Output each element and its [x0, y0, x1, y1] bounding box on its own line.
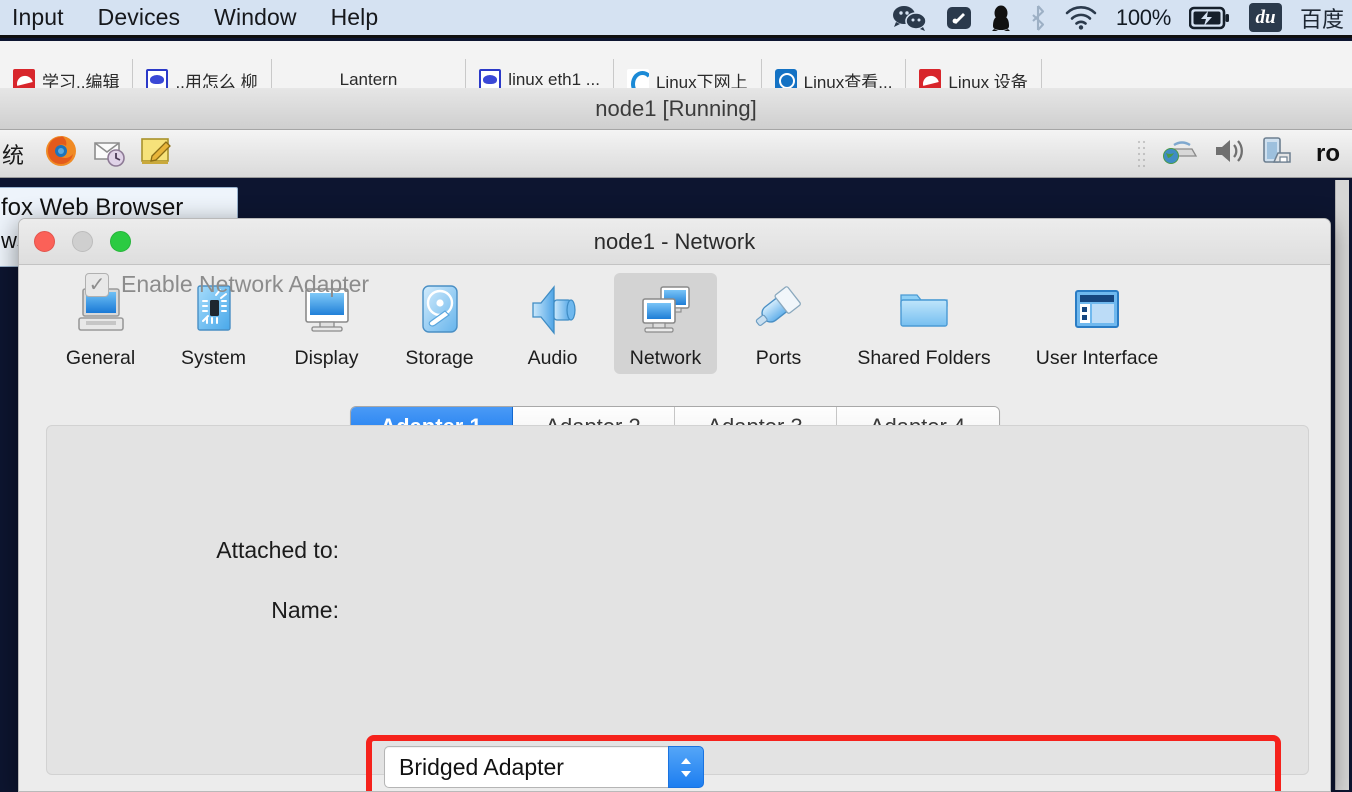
battery-percent-label: 100%: [1115, 4, 1171, 30]
browser-tab-4[interactable]: Linux下网上: [614, 59, 762, 88]
guest-user-label: ro: [1316, 139, 1340, 167]
attached-to-label: Attached to:: [216, 537, 339, 563]
toolbar-item-label: Audio: [527, 347, 578, 369]
blue-footprint-icon: [146, 69, 169, 88]
guest-launcher-icons: [44, 134, 174, 173]
text-editor-icon[interactable]: [140, 135, 174, 172]
enable-network-adapter-checkbox[interactable]: ✓: [85, 272, 109, 297]
macos-status-items: 100% du 百度: [892, 2, 1352, 34]
enable-network-adapter-row[interactable]: ✓ Enable Network Adapter: [85, 271, 369, 298]
browser-tab-strip: 学习..编辑 ..用怎么 柳 Lantern linux eth1 ... Li…: [0, 41, 1352, 88]
toolbar-item-user-interface[interactable]: User Interface: [1018, 273, 1176, 374]
browser-tab-5[interactable]: Linux查看...: [762, 59, 907, 88]
toolbar-item-ports[interactable]: Ports: [727, 273, 830, 374]
red-doc-icon: [13, 69, 35, 88]
wechat-icon[interactable]: [892, 5, 928, 31]
menu-item-input[interactable]: Input: [12, 4, 64, 31]
toolbar-item-label: User Interface: [1035, 347, 1159, 369]
c-swirl-icon: [626, 69, 649, 88]
dialog-title: node1 - Network: [593, 228, 756, 254]
blue-footprint-icon: [479, 69, 502, 88]
markdown-icon[interactable]: [946, 5, 972, 31]
toolbar-item-label: Shared Folders: [857, 347, 991, 369]
qq-penguin-icon[interactable]: [990, 4, 1012, 32]
vertical-scrollbar[interactable]: [1335, 180, 1349, 790]
guest-system-menu[interactable]: 统: [2, 138, 24, 170]
mail-clock-icon[interactable]: [92, 135, 126, 172]
toolbar-item-audio[interactable]: Audio: [501, 273, 604, 374]
enable-network-adapter-label: Enable Network Adapter: [121, 271, 370, 297]
browser-tab-title: 学习..编辑: [42, 72, 120, 89]
browser-tab-title: linux eth1 ...: [508, 70, 600, 88]
browser-tab-title: Lantern: [339, 70, 398, 88]
baidu-label: 百度: [1299, 6, 1344, 32]
baidu-badge-icon[interactable]: du: [1248, 3, 1282, 32]
macos-menu-bar: Input Devices Window Help 100% du 百度: [0, 0, 1352, 38]
ui-window-icon: [1066, 279, 1128, 341]
toolbar-item-label: Ports: [755, 347, 802, 369]
menu-item-help[interactable]: Help: [331, 4, 379, 31]
browser-tab-title: ..用怎么 柳: [175, 72, 258, 89]
network-globe-icon[interactable]: [1160, 136, 1198, 171]
browser-tab-title: Linux 设备: [948, 72, 1028, 89]
battery-charging-icon[interactable]: [1188, 6, 1231, 30]
panel-drag-handle[interactable]: [1137, 139, 1146, 169]
attached-to-popup-button[interactable]: Bridged Adapter: [384, 746, 704, 788]
macos-menu-items: Input Devices Window Help: [0, 4, 378, 31]
vm-title-bar[interactable]: node1 [Running]: [0, 88, 1352, 130]
attached-to-value[interactable]: Bridged Adapter: [384, 746, 668, 788]
menu-item-devices[interactable]: Devices: [98, 4, 181, 31]
red-doc-icon: [919, 69, 942, 88]
toolbar-item-label: Storage: [405, 347, 474, 369]
browser-tab-title: Linux下网上: [655, 72, 748, 89]
guest-tray-icons: ro: [1137, 135, 1344, 172]
dialog-title-bar[interactable]: node1 - Network: [19, 219, 1330, 265]
vm-title: node1 [Running]: [595, 95, 757, 121]
toolbar-item-shared-folders[interactable]: Shared Folders: [840, 273, 1008, 374]
volume-icon[interactable]: [1212, 136, 1246, 171]
guest-desktop-panel: 统 ro: [0, 130, 1352, 178]
browser-tab-1[interactable]: ..用怎么 柳: [133, 59, 272, 89]
name-label: Name:: [271, 597, 339, 623]
speaker-icon: [522, 279, 584, 341]
browser-tab-title: Linux查看...: [803, 72, 893, 89]
network-monitors-icon: [635, 279, 697, 341]
firefox-icon[interactable]: [44, 134, 78, 173]
network-settings-dialog: node1 - Network General System Display S…: [18, 218, 1331, 792]
toolbar-item-label: System: [180, 347, 246, 369]
toolbar-item-label: Network: [629, 347, 702, 369]
browser-tab-0[interactable]: 学习..编辑: [0, 59, 134, 89]
hard-disk-icon: [409, 279, 471, 341]
browser-tab-3[interactable]: linux eth1 ...: [466, 59, 614, 88]
browser-tabs: 学习..编辑 ..用怎么 柳 Lantern linux eth1 ... Li…: [0, 59, 1042, 88]
screen: Input Devices Window Help 100% du 百度 学习.…: [0, 0, 1352, 792]
browser-tab-6[interactable]: Linux 设备: [906, 59, 1042, 89]
at-sign-icon: [774, 69, 797, 88]
folder-icon: [893, 279, 955, 341]
toolbar-item-label: General: [65, 347, 136, 369]
attached-to-stepper-icon[interactable]: [668, 746, 704, 788]
battery-printer-icon[interactable]: [1260, 135, 1296, 172]
serial-port-plug-icon: [748, 279, 810, 341]
menu-item-window[interactable]: Window: [214, 4, 296, 31]
wifi-icon[interactable]: [1064, 5, 1098, 30]
bluetooth-icon[interactable]: [1030, 4, 1046, 32]
toolbar-item-network[interactable]: Network: [614, 273, 717, 374]
toolbar-item-label: Display: [294, 347, 359, 369]
toolbar-item-storage[interactable]: Storage: [388, 273, 491, 374]
browser-tab-2[interactable]: Lantern: [272, 59, 467, 88]
